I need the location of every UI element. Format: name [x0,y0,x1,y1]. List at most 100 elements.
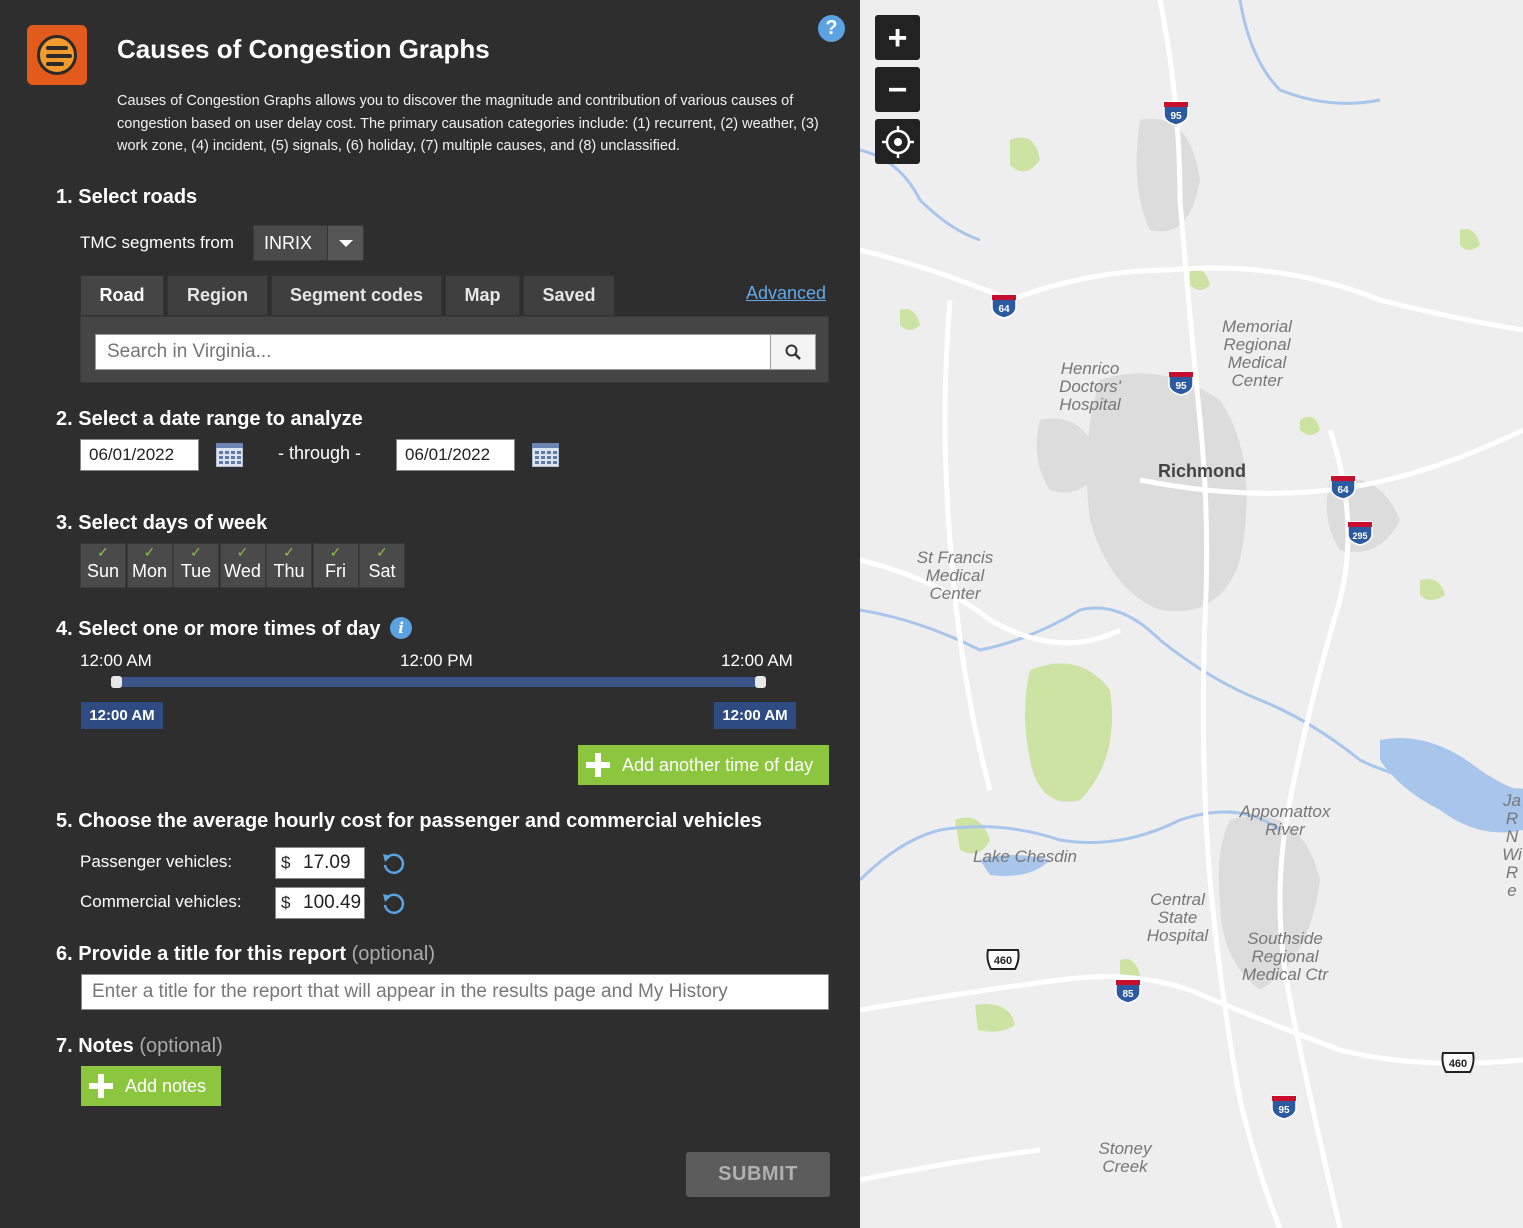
crosshair-icon [881,125,914,158]
tab-map[interactable]: Map [445,275,520,316]
day-toggle-thu[interactable]: ✓ Thu [266,543,312,588]
time-range-end-label: 12:00 AM [714,702,796,729]
day-toggle-mon[interactable]: ✓ Mon [126,543,173,588]
step1-heading: 1. Select roads [56,186,198,208]
map-city-label: Richmond [1158,461,1246,481]
interstate-shield-icon: 95 [1163,101,1189,126]
interstate-shield-icon: 64 [991,294,1017,319]
interstate-shield-icon: 95 [1271,1095,1297,1120]
passenger-cost-input[interactable]: $17.09 [275,847,365,879]
map-place-memorial: Memorial Regional Medical Center [1222,317,1292,390]
interstate-shield-icon: 295 [1347,521,1373,546]
add-notes-label: Add notes [125,1075,207,1096]
advanced-link[interactable]: Advanced [746,283,826,304]
svg-text:295: 295 [1352,531,1367,541]
calendar-icon[interactable] [532,443,559,467]
interstate-shield-icon: 64 [1330,475,1356,500]
svg-text:64: 64 [1337,485,1349,496]
plus-icon [89,1074,113,1098]
time-scale-mid: 12:00 PM [400,651,473,670]
map-place-edge: Ja R N Wi Re [1502,792,1522,900]
interstate-shield-icon: 85 [1115,979,1141,1004]
tab-region[interactable]: Region [167,275,268,316]
map-place-centralstate: Central State Hospital [1146,890,1209,945]
add-notes-button[interactable]: Add notes [81,1066,221,1106]
report-title-input[interactable]: Enter a title for the report that will a… [81,974,829,1010]
add-time-of-day-button[interactable]: Add another time of day [578,745,829,785]
commercial-label: Commercial vehicles: [80,892,242,911]
checkmark-icon: ✓ [236,544,249,560]
minus-icon: − [887,70,908,109]
days-of-week: ✓ Sun ✓ Mon ✓ Tue ✓ Wed ✓ Thu ✓ Fri ✓ Sat [80,543,406,588]
start-date-input[interactable]: 06/01/2022 [80,439,199,471]
interstate-shield-icon: 95 [1168,371,1194,396]
submit-button[interactable]: SUBMIT [686,1152,830,1197]
day-toggle-sat[interactable]: ✓ Sat [359,543,405,588]
time-scale-start: 12:00 AM [80,651,152,670]
svg-text:460: 460 [994,955,1012,967]
plus-icon [586,753,610,777]
reset-icon[interactable] [381,852,405,876]
step6-heading: 6. Provide a title for this report [56,943,347,965]
day-toggle-fri[interactable]: ✓ Fri [312,543,359,588]
commercial-cost-value: 100.49 [303,892,362,913]
step6-heading-row: 6. Provide a title for this report (opti… [56,943,435,966]
time-range-end-handle[interactable] [755,676,766,688]
info-icon[interactable]: i [390,617,413,639]
svg-text:85: 85 [1122,989,1134,1000]
day-toggle-sun[interactable]: ✓ Sun [80,543,126,588]
optional-label: (optional) [351,943,436,965]
map-place-henrico: Henrico Doctors' Hospital [1059,359,1121,414]
checkmark-icon: ✓ [190,544,202,560]
us-route-shield-icon: 460 [1441,1052,1475,1073]
end-date-input[interactable]: 06/01/2022 [396,439,515,471]
road-search-input[interactable] [95,334,771,370]
day-toggle-tue[interactable]: ✓ Tue [173,543,219,588]
tab-saved[interactable]: Saved [523,275,615,316]
map-place-appomattox: Appomattox River [1239,802,1331,839]
app-logo-icon [27,25,87,85]
svg-text:95: 95 [1175,381,1187,392]
checkmark-icon: ✓ [97,544,109,560]
locate-button[interactable] [875,119,920,164]
step7-heading: 7. Notes [56,1035,134,1057]
svg-text:95: 95 [1170,111,1182,122]
svg-text:460: 460 [1449,1058,1467,1070]
time-range-track[interactable] [115,677,762,687]
optional-label: (optional) [139,1035,223,1057]
through-label: - through - [278,443,362,463]
zoom-out-button[interactable]: − [875,67,920,112]
help-icon[interactable]: ? [818,15,845,42]
tab-road[interactable]: Road [80,275,164,316]
svg-text:95: 95 [1278,1105,1290,1116]
tmc-source-label: TMC segments from [80,233,234,252]
checkmark-icon: ✓ [376,544,388,560]
calendar-icon[interactable] [216,443,243,467]
zoom-in-button[interactable]: + [875,15,920,60]
chevron-down-icon[interactable] [327,226,363,260]
page-description: Causes of Congestion Graphs allows you t… [117,93,819,154]
search-button[interactable] [770,334,816,370]
checkmark-icon: ✓ [329,544,342,560]
tab-content-road [80,316,829,383]
checkmark-icon: ✓ [283,544,295,560]
time-range-start-handle[interactable] [111,676,122,688]
tab-segment-codes[interactable]: Segment codes [271,275,442,316]
tmc-source-value: INRIX [264,233,313,253]
map-view[interactable]: Richmond Memorial Regional Medical Cente… [860,0,1523,1228]
map-place-chesdin: Lake Chesdin [973,847,1077,866]
reset-icon[interactable] [381,892,405,916]
step2-heading: 2. Select a date range to analyze [56,408,363,430]
passenger-cost-value: 17.09 [303,852,351,873]
tmc-source-select[interactable]: INRIX [253,225,364,261]
day-toggle-wed[interactable]: ✓ Wed [219,543,266,588]
checkmark-icon: ✓ [143,544,156,560]
page-title: Causes of Congestion Graphs [117,34,490,64]
step4-heading: 4. Select one or more times of day [56,618,381,640]
map-canvas [860,0,1523,1228]
us-route-shield-icon: 460 [986,949,1020,970]
commercial-cost-input[interactable]: $100.49 [275,887,365,919]
left-panel: ? Causes of Congestion Graphs Causes of … [0,0,860,1228]
svg-text:64: 64 [998,304,1010,315]
step7-heading-row: 7. Notes (optional) [56,1035,223,1058]
